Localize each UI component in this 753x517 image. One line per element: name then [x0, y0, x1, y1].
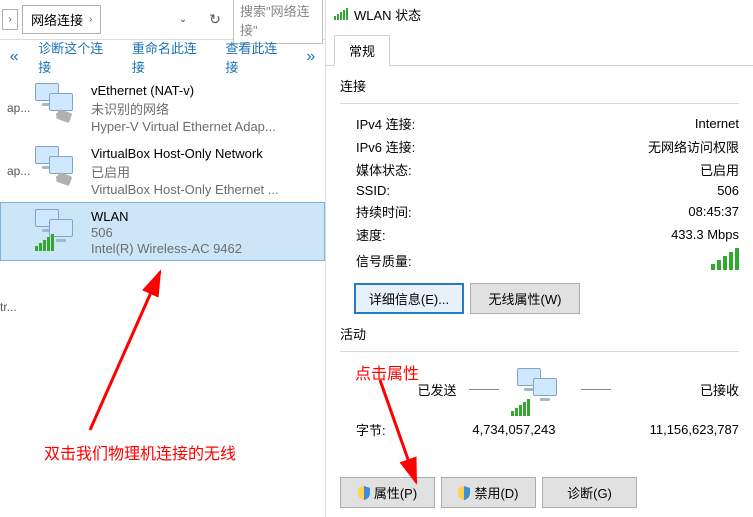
ssid-value: 506: [717, 183, 739, 198]
row-device: Hyper-V Virtual Ethernet Adap...: [91, 119, 318, 134]
media-value: 已启用: [700, 160, 739, 179]
list-item[interactable]: ap... VirtualBox Host-Only Network 已启用 V…: [0, 139, 325, 202]
signal-bars-icon: [334, 8, 348, 20]
ssid-label: SSID:: [340, 183, 390, 198]
shield-icon: [458, 486, 470, 500]
address-bar: › 网络连接 › ⌄ ↻ 搜索"网络连接": [0, 0, 325, 40]
row-text: vEthernet (NAT-v) 未识别的网络 Hyper-V Virtual…: [91, 81, 318, 134]
row-status: 506: [91, 225, 318, 240]
list-item-selected[interactable]: WLAN 506 Intel(R) Wireless-AC 9462: [0, 202, 325, 261]
properties-button-label: 属性(P): [374, 483, 417, 502]
divider-line: [469, 389, 499, 390]
row-device: Intel(R) Wireless-AC 9462: [91, 241, 318, 256]
signal-bars-icon: [35, 234, 54, 251]
disable-button-label: 禁用(D): [474, 483, 518, 502]
action-buttons: 属性(P) 禁用(D) 诊断(G): [340, 477, 739, 508]
diagnose-button-label: 诊断(G): [567, 483, 612, 502]
sent-label: 已发送: [340, 380, 465, 399]
scroll-right-button[interactable]: »: [297, 40, 325, 74]
ipv4-value: Internet: [695, 116, 739, 131]
duration-label: 持续时间:: [340, 202, 412, 221]
group-title: 活动: [340, 324, 739, 343]
signal-label: 信号质量:: [340, 251, 412, 270]
cmd-view[interactable]: 查看此连接: [215, 40, 296, 74]
signal-bars-icon: [711, 248, 739, 270]
path-segment-label: 网络连接: [31, 10, 83, 29]
properties-button[interactable]: 属性(P): [340, 477, 435, 508]
command-bar: « 诊断这个连接 重命名此连接 查看此连接 »: [0, 40, 325, 74]
refresh-icon: ↻: [209, 11, 221, 28]
signal-value: [711, 248, 739, 273]
row-name: VirtualBox Host-Only Network: [91, 146, 318, 161]
refresh-button[interactable]: ↻: [201, 6, 229, 34]
ipv6-label: IPv6 连接:: [340, 137, 415, 156]
wlan-status-dialog: WLAN 状态 常规 连接 IPv4 连接: Internet IPv6 连接: 无…: [325, 0, 753, 517]
dialog-title: WLAN 状态: [354, 5, 421, 24]
connection-group: 连接 IPv4 连接: Internet IPv6 连接: 无网络访问权限 媒体状态…: [340, 76, 739, 314]
network-adapter-icon: [35, 146, 81, 188]
ipv4-label: IPv4 连接:: [340, 114, 415, 133]
row-status: 未识别的网络: [91, 99, 318, 118]
speed-value: 433.3 Mbps: [671, 227, 739, 242]
divider-line: [581, 389, 611, 390]
wlan-adapter-icon: [35, 209, 81, 251]
chevron-right-icon: ›: [8, 14, 11, 25]
cmd-diagnose[interactable]: 诊断这个连接: [28, 40, 122, 74]
cmd-rename[interactable]: 重命名此连接: [122, 40, 216, 74]
media-label: 媒体状态:: [340, 160, 412, 179]
scroll-left-button[interactable]: «: [0, 40, 28, 74]
row-name: vEthernet (NAT-v): [91, 83, 318, 98]
bytes-sent: 4,734,057,243: [410, 422, 594, 437]
path-segment[interactable]: 网络连接 ›: [22, 5, 101, 34]
path-root-caret[interactable]: ›: [2, 9, 18, 30]
tab-general[interactable]: 常规: [334, 35, 390, 66]
activity-group: 活动 已发送 已接收 字节: 4,734,057,243 11,156,623,…: [340, 324, 739, 439]
row-text: VirtualBox Host-Only Network 已启用 Virtual…: [91, 144, 318, 197]
details-button[interactable]: 详细信息(E)...: [354, 283, 464, 314]
row-cap: ap...: [7, 164, 25, 178]
group-title: 连接: [340, 76, 739, 95]
ipv6-value: 无网络访问权限: [648, 137, 739, 156]
bytes-label: 字节:: [340, 420, 410, 439]
recv-label: 已接收: [615, 380, 740, 399]
search-input[interactable]: 搜索"网络连接": [233, 0, 323, 44]
row-text: WLAN 506 Intel(R) Wireless-AC 9462: [91, 207, 318, 256]
chevron-down-icon: ⌄: [179, 14, 187, 25]
duration-value: 08:45:37: [688, 204, 739, 219]
list-item[interactable]: ap... vEthernet (NAT-v) 未识别的网络 Hyper-V V…: [0, 76, 325, 139]
truncated-label: tr...: [0, 300, 17, 314]
activity-icon: [503, 368, 577, 410]
chevron-right-icon: ›: [89, 14, 92, 25]
dialog-titlebar: WLAN 状态: [326, 0, 753, 28]
speed-label: 速度:: [340, 225, 386, 244]
row-device: VirtualBox Host-Only Ethernet ...: [91, 182, 318, 197]
network-adapter-icon: [35, 83, 81, 125]
address-dropdown[interactable]: ⌄: [169, 6, 197, 34]
row-name: WLAN: [91, 209, 318, 224]
row-cap: ap...: [7, 101, 25, 115]
diagnose-button[interactable]: 诊断(G): [542, 477, 637, 508]
shield-icon: [358, 486, 370, 500]
wireless-properties-button[interactable]: 无线属性(W): [470, 283, 580, 314]
disable-button[interactable]: 禁用(D): [441, 477, 536, 508]
connection-list: ap... vEthernet (NAT-v) 未识别的网络 Hyper-V V…: [0, 74, 325, 261]
tab-strip: 常规: [326, 28, 753, 66]
bytes-recv: 11,156,623,787: [594, 422, 740, 437]
row-status: 已启用: [91, 162, 318, 181]
network-connections-pane: › 网络连接 › ⌄ ↻ 搜索"网络连接" « 诊断这个连接 重命名此连接 查看…: [0, 0, 325, 517]
